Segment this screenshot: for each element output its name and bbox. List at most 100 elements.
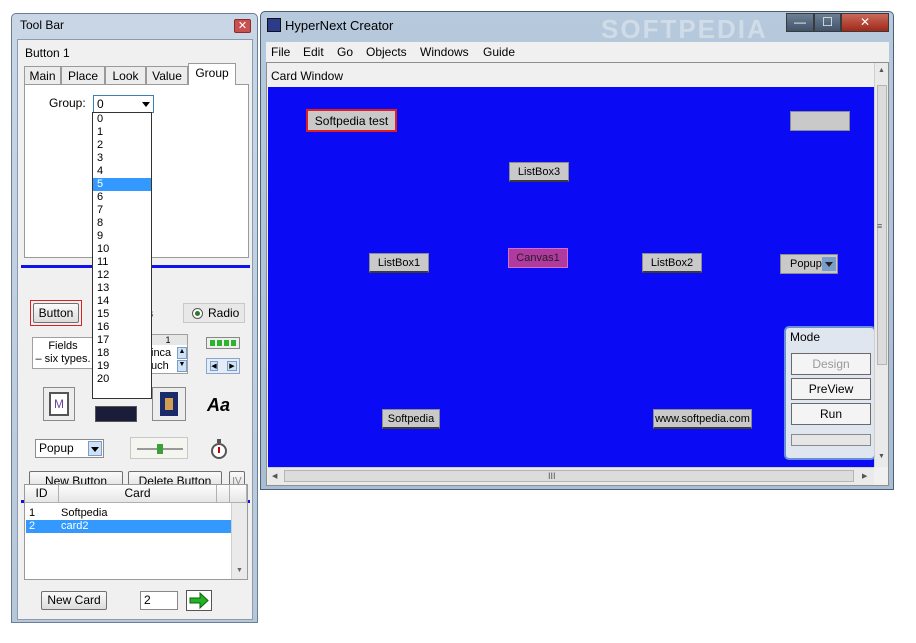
group-option[interactable]: 15 xyxy=(93,308,151,321)
chevron-down-icon xyxy=(142,102,150,107)
group-option-selected[interactable]: 5 xyxy=(93,178,151,191)
popup-tool[interactable]: Popup xyxy=(35,439,104,458)
fields-line2: – six types. xyxy=(35,353,91,365)
design-button[interactable]: Design xyxy=(791,353,871,375)
chevron-right-icon: ▶ xyxy=(227,361,237,371)
button-tool[interactable]: Button xyxy=(33,303,79,323)
scrollbar-tool[interactable]: ◀ ▶ xyxy=(206,358,240,374)
object-softpedia-test[interactable]: Softpedia test xyxy=(306,109,397,132)
movie-icon: M xyxy=(49,392,69,416)
close-button[interactable]: ✕ xyxy=(841,13,889,32)
group-option[interactable]: 7 xyxy=(93,204,151,217)
fields-line1: Fields xyxy=(48,340,78,352)
tab-group[interactable]: Group xyxy=(188,63,236,85)
group-option[interactable]: 20 xyxy=(93,373,151,386)
horizontal-scroll-thumb[interactable] xyxy=(284,470,854,482)
group-option[interactable]: 6 xyxy=(93,191,151,204)
row-card: card2 xyxy=(61,520,89,532)
group-option[interactable]: 17 xyxy=(93,334,151,347)
object-canvas1[interactable]: Canvas1 xyxy=(508,248,568,268)
menu-bar: File Edit Go Objects Windows Guide xyxy=(266,42,889,62)
scroll-text-1: inca xyxy=(151,347,172,359)
table-header-extra xyxy=(217,485,230,503)
go-card-button[interactable] xyxy=(186,590,212,611)
movie-tool[interactable]: M xyxy=(43,387,75,421)
chevron-down-icon: ▼ xyxy=(878,453,885,460)
toolbar-title: Tool Bar xyxy=(20,18,65,32)
group-option[interactable]: 11 xyxy=(93,256,151,269)
scrolling-field-tool[interactable]: 1 inca uch ▲ ▼ xyxy=(148,334,188,374)
scroll-top-number: 1 xyxy=(149,335,187,345)
card-window: Card Window Softpedia test ListBox3 List… xyxy=(266,62,889,486)
new-card-button[interactable]: New Card xyxy=(41,591,107,610)
horizontal-scrollbar[interactable]: ◀ III ▶ xyxy=(268,467,874,485)
timer-icon[interactable] xyxy=(209,439,229,461)
font-icon[interactable]: Aa xyxy=(207,395,230,416)
tab-value[interactable]: Value xyxy=(146,66,188,85)
group-dropdown-list[interactable]: 0 1 2 3 4 5 6 7 8 9 10 11 12 13 14 15 16… xyxy=(92,112,152,399)
object-listbox1[interactable]: ListBox1 xyxy=(369,253,429,273)
fields-tool[interactable]: Fields – six types. xyxy=(32,337,94,369)
slider-tool[interactable] xyxy=(130,437,188,459)
progress-tool[interactable] xyxy=(206,337,240,349)
group-option[interactable]: 19 xyxy=(93,360,151,373)
table-header-id[interactable]: ID xyxy=(25,485,59,503)
group-option[interactable]: 18 xyxy=(93,347,151,360)
preview-button[interactable]: PreView xyxy=(791,378,871,400)
minimize-button[interactable]: — xyxy=(786,13,814,32)
radio-icon xyxy=(192,308,203,319)
vertical-scrollbar[interactable]: ▲ ≡ ▼ xyxy=(874,63,888,467)
card-number-input[interactable]: 2 xyxy=(140,591,178,610)
horizontal-scroll-grip: III xyxy=(548,471,556,481)
maximize-button[interactable]: ☐ xyxy=(814,13,841,32)
tab-place[interactable]: Place xyxy=(61,66,105,85)
table-row[interactable]: 1 Softpedia xyxy=(26,507,231,520)
group-option[interactable]: 3 xyxy=(93,152,151,165)
group-option[interactable]: 0 xyxy=(93,113,151,126)
object-listbox2[interactable]: ListBox2 xyxy=(642,253,702,273)
tab-look[interactable]: Look xyxy=(105,66,146,85)
radio-tool[interactable]: Radio xyxy=(183,303,245,323)
object-blank-button[interactable] xyxy=(790,111,850,131)
object-listbox3[interactable]: ListBox3 xyxy=(509,162,569,182)
menu-objects[interactable]: Objects xyxy=(366,45,407,59)
card-table: ID Card 1 Softpedia 2 card2 ▼ xyxy=(24,484,248,580)
group-option[interactable]: 13 xyxy=(93,282,151,295)
group-combo[interactable]: 0 xyxy=(93,95,154,113)
scroll-text-2: uch xyxy=(151,360,169,372)
menu-guide[interactable]: Guide xyxy=(483,45,515,59)
group-option[interactable]: 1 xyxy=(93,126,151,139)
tab-main[interactable]: Main xyxy=(24,66,61,85)
group-option[interactable]: 8 xyxy=(93,217,151,230)
group-option[interactable]: 12 xyxy=(93,269,151,282)
menu-edit[interactable]: Edit xyxy=(303,45,324,59)
table-row[interactable]: 2 card2 xyxy=(26,520,231,533)
group-option[interactable]: 14 xyxy=(93,295,151,308)
group-option[interactable]: 2 xyxy=(93,139,151,152)
progress-fill xyxy=(210,340,236,346)
group-option[interactable]: 4 xyxy=(93,165,151,178)
group-option[interactable]: 9 xyxy=(93,230,151,243)
mode-title: Mode xyxy=(790,330,821,344)
row-id: 1 xyxy=(29,507,36,519)
card-canvas[interactable]: Softpedia test ListBox3 ListBox1 Canvas1… xyxy=(268,87,876,467)
group-option[interactable]: 16 xyxy=(93,321,151,334)
menu-go[interactable]: Go xyxy=(337,45,353,59)
menu-windows[interactable]: Windows xyxy=(420,45,469,59)
group-option[interactable]: 10 xyxy=(93,243,151,256)
table-header-card[interactable]: Card xyxy=(59,485,217,503)
image-tool-partial[interactable] xyxy=(95,406,137,422)
object-popup1[interactable]: Popup1 xyxy=(780,254,838,274)
run-button[interactable]: Run xyxy=(791,403,871,425)
popup-tool-label: Popup xyxy=(39,441,74,455)
chevron-up-icon: ▲ xyxy=(878,67,885,74)
table-scrollbar[interactable]: ▼ xyxy=(231,503,247,579)
object-softpedia[interactable]: Softpedia xyxy=(382,409,440,429)
object-website[interactable]: www.softpedia.com xyxy=(653,409,752,429)
menu-file[interactable]: File xyxy=(271,45,290,59)
group-combo-value: 0 xyxy=(97,97,104,111)
watermark: SOFTPEDIA xyxy=(601,14,768,44)
picture-tool[interactable] xyxy=(152,387,186,421)
arrow-right-icon xyxy=(189,591,209,610)
toolbar-close-button[interactable]: ✕ xyxy=(234,19,251,33)
